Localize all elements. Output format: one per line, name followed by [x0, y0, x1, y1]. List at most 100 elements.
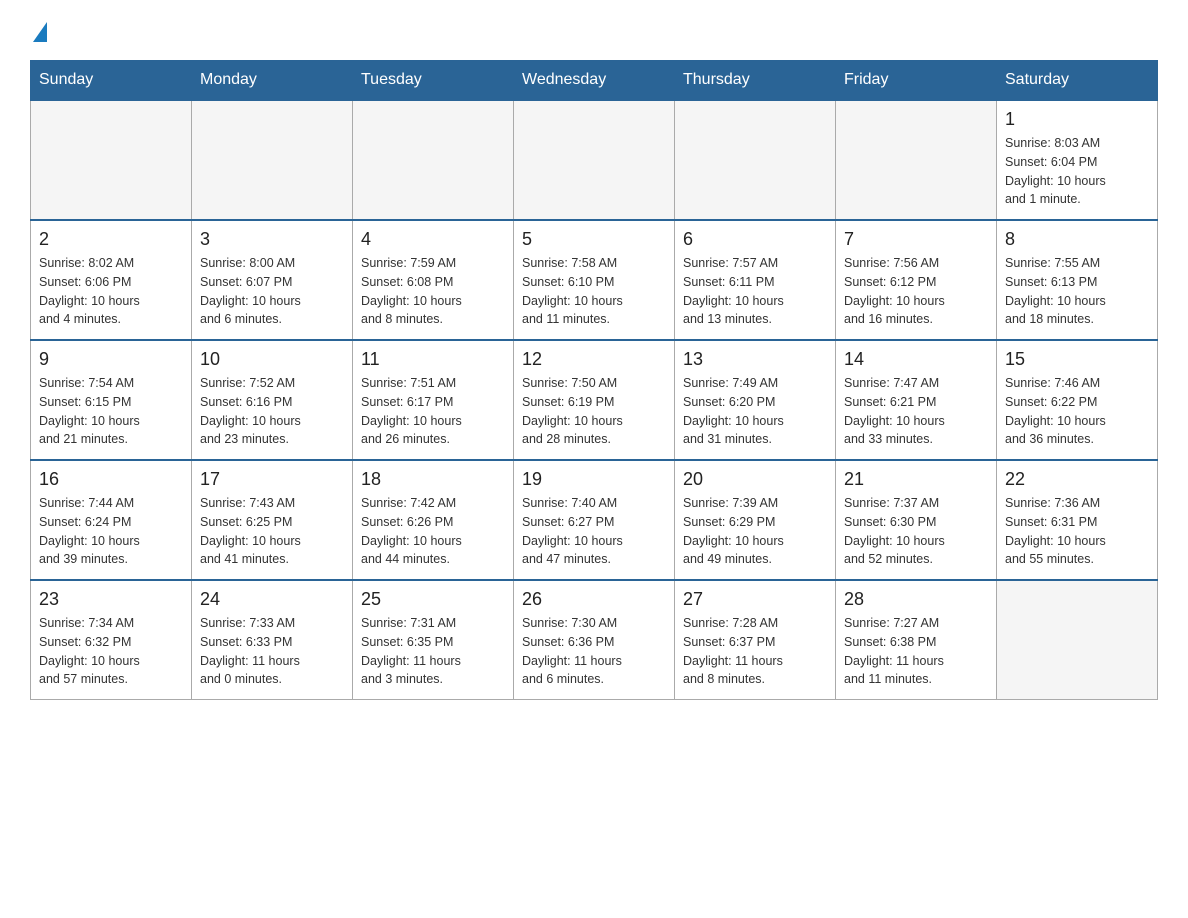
day-number: 28 [844, 589, 988, 610]
calendar-cell: 6 Sunrise: 7:57 AM Sunset: 6:11 PM Daylig… [675, 220, 836, 340]
calendar-cell: 11 Sunrise: 7:51 AM Sunset: 6:17 PM Dayli… [353, 340, 514, 460]
day-info: Sunrise: 7:28 AM Sunset: 6:37 PM Dayligh… [683, 614, 827, 689]
calendar-cell: 4 Sunrise: 7:59 AM Sunset: 6:08 PM Daylig… [353, 220, 514, 340]
week-row-2: 9 Sunrise: 7:54 AM Sunset: 6:15 PM Daylig… [31, 340, 1158, 460]
day-number: 24 [200, 589, 344, 610]
day-info: Sunrise: 7:50 AM Sunset: 6:19 PM Dayligh… [522, 374, 666, 449]
calendar-cell: 26 Sunrise: 7:30 AM Sunset: 6:36 PM Dayli… [514, 580, 675, 700]
week-row-4: 23 Sunrise: 7:34 AM Sunset: 6:32 PM Dayli… [31, 580, 1158, 700]
day-info: Sunrise: 7:43 AM Sunset: 6:25 PM Dayligh… [200, 494, 344, 569]
day-info: Sunrise: 7:31 AM Sunset: 6:35 PM Dayligh… [361, 614, 505, 689]
calendar-cell [514, 100, 675, 220]
week-row-1: 2 Sunrise: 8:02 AM Sunset: 6:06 PM Daylig… [31, 220, 1158, 340]
day-number: 6 [683, 229, 827, 250]
calendar-cell: 13 Sunrise: 7:49 AM Sunset: 6:20 PM Dayli… [675, 340, 836, 460]
calendar-header-sunday: Sunday [31, 61, 192, 101]
day-info: Sunrise: 7:37 AM Sunset: 6:30 PM Dayligh… [844, 494, 988, 569]
day-info: Sunrise: 7:39 AM Sunset: 6:29 PM Dayligh… [683, 494, 827, 569]
day-info: Sunrise: 7:57 AM Sunset: 6:11 PM Dayligh… [683, 254, 827, 329]
calendar-table: SundayMondayTuesdayWednesdayThursdayFrid… [30, 60, 1158, 700]
day-number: 20 [683, 469, 827, 490]
day-number: 8 [1005, 229, 1149, 250]
calendar-header-thursday: Thursday [675, 61, 836, 101]
calendar-cell [675, 100, 836, 220]
day-number: 18 [361, 469, 505, 490]
day-info: Sunrise: 7:30 AM Sunset: 6:36 PM Dayligh… [522, 614, 666, 689]
calendar-cell: 5Sunrise: 7:58 AM Sunset: 6:10 PM Daylig… [514, 220, 675, 340]
calendar-cell: 27Sunrise: 7:28 AM Sunset: 6:37 PM Dayli… [675, 580, 836, 700]
day-info: Sunrise: 7:46 AM Sunset: 6:22 PM Dayligh… [1005, 374, 1149, 449]
calendar-cell: 9 Sunrise: 7:54 AM Sunset: 6:15 PM Daylig… [31, 340, 192, 460]
calendar-cell: 20 Sunrise: 7:39 AM Sunset: 6:29 PM Dayli… [675, 460, 836, 580]
week-row-0: 1 Sunrise: 8:03 AM Sunset: 6:04 PM Daylig… [31, 100, 1158, 220]
day-info: Sunrise: 7:55 AM Sunset: 6:13 PM Dayligh… [1005, 254, 1149, 329]
calendar-cell: 14 Sunrise: 7:47 AM Sunset: 6:21 PM Dayli… [836, 340, 997, 460]
calendar-cell: 28 Sunrise: 7:27 AM Sunset: 6:38 PM Dayli… [836, 580, 997, 700]
day-info: Sunrise: 7:54 AM Sunset: 6:15 PM Dayligh… [39, 374, 183, 449]
day-info: Sunrise: 7:51 AM Sunset: 6:17 PM Dayligh… [361, 374, 505, 449]
day-info: Sunrise: 7:36 AM Sunset: 6:31 PM Dayligh… [1005, 494, 1149, 569]
day-number: 4 [361, 229, 505, 250]
calendar-header-saturday: Saturday [997, 61, 1158, 101]
day-number: 23 [39, 589, 183, 610]
calendar-cell: 7 Sunrise: 7:56 AM Sunset: 6:12 PM Daylig… [836, 220, 997, 340]
day-number: 13 [683, 349, 827, 370]
day-number: 5 [522, 229, 666, 250]
calendar-cell [353, 100, 514, 220]
day-number: 7 [844, 229, 988, 250]
day-number: 10 [200, 349, 344, 370]
calendar-cell: 15 Sunrise: 7:46 AM Sunset: 6:22 PM Dayli… [997, 340, 1158, 460]
day-number: 2 [39, 229, 183, 250]
day-number: 19 [522, 469, 666, 490]
day-info: Sunrise: 7:59 AM Sunset: 6:08 PM Dayligh… [361, 254, 505, 329]
day-info: Sunrise: 7:40 AM Sunset: 6:27 PM Dayligh… [522, 494, 666, 569]
day-number: 22 [1005, 469, 1149, 490]
day-number: 3 [200, 229, 344, 250]
day-number: 15 [1005, 349, 1149, 370]
calendar-cell: 24Sunrise: 7:33 AM Sunset: 6:33 PM Dayli… [192, 580, 353, 700]
calendar-cell: 19 Sunrise: 7:40 AM Sunset: 6:27 PM Dayli… [514, 460, 675, 580]
day-number: 11 [361, 349, 505, 370]
calendar-cell: 8 Sunrise: 7:55 AM Sunset: 6:13 PM Daylig… [997, 220, 1158, 340]
day-number: 25 [361, 589, 505, 610]
day-info: Sunrise: 8:03 AM Sunset: 6:04 PM Dayligh… [1005, 134, 1149, 209]
day-number: 17 [200, 469, 344, 490]
calendar-cell [31, 100, 192, 220]
day-info: Sunrise: 7:49 AM Sunset: 6:20 PM Dayligh… [683, 374, 827, 449]
calendar-cell: 25 Sunrise: 7:31 AM Sunset: 6:35 PM Dayli… [353, 580, 514, 700]
calendar-header-row: SundayMondayTuesdayWednesdayThursdayFrid… [31, 61, 1158, 101]
calendar-cell: 17 Sunrise: 7:43 AM Sunset: 6:25 PM Dayli… [192, 460, 353, 580]
day-info: Sunrise: 7:56 AM Sunset: 6:12 PM Dayligh… [844, 254, 988, 329]
day-number: 12 [522, 349, 666, 370]
day-number: 9 [39, 349, 183, 370]
logo-triangle-icon [33, 22, 47, 42]
day-number: 26 [522, 589, 666, 610]
day-number: 21 [844, 469, 988, 490]
day-info: Sunrise: 7:47 AM Sunset: 6:21 PM Dayligh… [844, 374, 988, 449]
calendar-cell: 22 Sunrise: 7:36 AM Sunset: 6:31 PM Dayli… [997, 460, 1158, 580]
calendar-header-tuesday: Tuesday [353, 61, 514, 101]
day-info: Sunrise: 7:34 AM Sunset: 6:32 PM Dayligh… [39, 614, 183, 689]
calendar-header-monday: Monday [192, 61, 353, 101]
calendar-cell [192, 100, 353, 220]
calendar-cell: 3Sunrise: 8:00 AM Sunset: 6:07 PM Daylig… [192, 220, 353, 340]
day-number: 14 [844, 349, 988, 370]
calendar-header-friday: Friday [836, 61, 997, 101]
calendar-header-wednesday: Wednesday [514, 61, 675, 101]
calendar-cell [836, 100, 997, 220]
calendar-cell: 23 Sunrise: 7:34 AM Sunset: 6:32 PM Dayli… [31, 580, 192, 700]
day-info: Sunrise: 7:52 AM Sunset: 6:16 PM Dayligh… [200, 374, 344, 449]
day-info: Sunrise: 8:02 AM Sunset: 6:06 PM Dayligh… [39, 254, 183, 329]
week-row-3: 16Sunrise: 7:44 AM Sunset: 6:24 PM Dayli… [31, 460, 1158, 580]
calendar-cell: 1 Sunrise: 8:03 AM Sunset: 6:04 PM Daylig… [997, 100, 1158, 220]
calendar-cell: 16Sunrise: 7:44 AM Sunset: 6:24 PM Dayli… [31, 460, 192, 580]
calendar-cell: 2 Sunrise: 8:02 AM Sunset: 6:06 PM Daylig… [31, 220, 192, 340]
page-header [30, 20, 1158, 40]
day-number: 1 [1005, 109, 1149, 130]
day-number: 16 [39, 469, 183, 490]
calendar-cell: 12 Sunrise: 7:50 AM Sunset: 6:19 PM Dayli… [514, 340, 675, 460]
calendar-cell: 18Sunrise: 7:42 AM Sunset: 6:26 PM Dayli… [353, 460, 514, 580]
logo [30, 20, 47, 40]
day-info: Sunrise: 7:27 AM Sunset: 6:38 PM Dayligh… [844, 614, 988, 689]
calendar-cell: 21 Sunrise: 7:37 AM Sunset: 6:30 PM Dayli… [836, 460, 997, 580]
